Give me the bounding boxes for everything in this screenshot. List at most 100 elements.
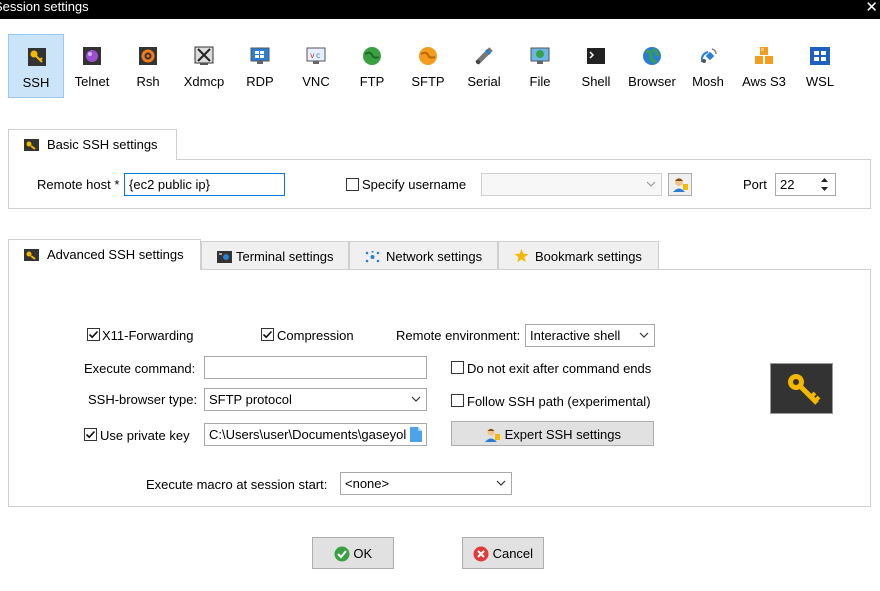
check-icon [85,430,96,439]
ssh-browser-type-value: SFTP protocol [209,392,292,407]
ok-check-icon [334,546,350,562]
execute-macro-select[interactable]: <none> [340,472,512,495]
remote-host-input[interactable]: {ec2 public ip} [124,173,285,196]
remote-environment-label: Remote environment: [396,328,521,343]
execute-command-label: Execute command: [84,361,196,376]
key-icon [788,374,821,405]
session-type-shell[interactable]: Shell [568,34,624,98]
cancel-label: Cancel [492,546,534,562]
mosh-satellite-icon [700,48,717,63]
execute-macro-value: <none> [345,476,390,491]
cancel-x-icon [473,546,489,562]
check-icon [262,330,273,339]
ftp-globe-icon [363,47,381,65]
tab-label: Terminal settings [236,249,334,264]
session-type-ssh[interactable]: SSH [8,34,64,98]
sftp-globe-icon [419,47,437,65]
tab-label: Bookmark settings [535,249,642,264]
tab-terminal-settings[interactable]: Terminal settings [201,241,349,271]
xdmcp-icon [194,46,214,65]
cancel-button[interactable]: Cancel [462,537,544,569]
session-type-mosh[interactable]: Mosh [680,34,736,98]
ok-button[interactable]: OK [312,537,394,569]
user-icon [673,178,688,192]
remote-environment-select[interactable]: Interactive shell [525,324,655,347]
session-type-ftp[interactable]: FTP [344,34,400,98]
vnc-monitor-icon: vc [306,47,326,64]
svg-text:c: c [316,51,320,60]
tab-basic-ssh-settings[interactable]: Basic SSH settings [8,129,177,160]
remote-environment-value: Interactive shell [530,328,621,343]
session-type-file[interactable]: File [512,34,568,98]
session-type-telnet[interactable]: Telnet [64,34,120,98]
session-type-sftp[interactable]: SFTP [400,34,456,98]
remote-host-label: Remote host * [37,177,120,192]
check-icon [88,330,99,339]
ssh-browser-type-select[interactable]: SFTP protocol [204,388,427,411]
port-spinner[interactable]: 22 [775,173,836,196]
browser-globe-icon [643,47,661,65]
tab-label: Advanced SSH settings [47,247,184,262]
use-private-key-label: Use private key [100,428,190,443]
chevron-down-icon [411,396,421,402]
serial-plug-icon [475,47,493,65]
ssh-key-badge [770,363,833,414]
private-key-path-value: C:\Users\user\Documents\gaseyol [209,427,407,442]
window-title: Session settings [0,0,89,14]
execute-macro-label: Execute macro at session start: [146,477,328,492]
svg-text:v: v [310,51,315,60]
chevron-down-icon [639,332,649,338]
port-value: 22 [780,177,795,192]
basic-settings-panel: Remote host * {ec2 public ip} Specify us… [8,159,871,209]
spinner-arrows-icon[interactable] [820,177,829,192]
rsh-icon [139,47,157,65]
ok-label: OK [353,546,373,562]
session-type-rdp[interactable]: RDP [232,34,288,98]
specify-username-checkbox[interactable] [346,178,359,191]
network-icon [365,251,380,263]
tab-network-settings[interactable]: Network settings [349,241,498,271]
port-label: Port [743,177,767,192]
compression-checkbox[interactable] [261,328,274,341]
ssh-browser-type-label: SSH-browser type: [88,392,198,407]
session-type-serial[interactable]: Serial [456,34,512,98]
x11-forwarding-checkbox[interactable] [87,328,100,341]
session-type-browser[interactable]: Browser [624,34,680,98]
aws-cubes-icon [755,47,773,64]
shell-terminal-icon [587,48,605,64]
tab-bookmark-settings[interactable]: Bookmark settings [498,241,659,271]
session-type-xdmcp[interactable]: Xdmcp [176,34,232,98]
do-not-exit-label: Do not exit after command ends [467,361,652,376]
do-not-exit-checkbox[interactable] [451,361,464,374]
wrench-key-icon [24,249,39,261]
user-settings-icon [485,428,501,443]
session-type-aws-s3[interactable]: Aws S3 [736,34,792,98]
session-type-label: WSL [805,74,835,89]
file-monitor-icon [530,47,550,64]
private-key-path-input[interactable]: C:\Users\user\Documents\gaseyol [204,423,427,446]
close-icon[interactable]: ✕ [865,0,878,16]
x11-forwarding-label: X11-Forwarding [102,328,194,343]
username-select[interactable] [481,173,662,196]
session-type-wsl[interactable]: WSL [792,34,848,98]
execute-command-input[interactable] [204,356,427,379]
session-type-rsh[interactable]: Rsh [120,34,176,98]
advanced-settings-panel: X11-Forwarding Compression Remote enviro… [8,269,871,507]
follow-ssh-path-label: Follow SSH path (experimental) [467,394,651,409]
tab-label: Network settings [386,249,483,264]
rdp-monitor-icon [250,47,270,64]
file-browse-icon[interactable] [410,427,422,442]
ssh-key-icon [28,48,46,66]
windows-logo-icon [810,47,830,65]
tab-advanced-ssh-settings[interactable]: Advanced SSH settings [8,239,201,270]
user-manager-button[interactable] [668,173,692,196]
title-bar: Session settings ✕ [0,0,880,19]
expert-ssh-settings-label: Expert SSH settings [504,427,621,443]
chevron-down-icon [496,480,506,486]
expert-ssh-settings-button[interactable]: Expert SSH settings [451,421,654,446]
use-private-key-checkbox[interactable] [84,428,97,441]
star-icon [514,249,529,263]
follow-ssh-path-checkbox[interactable] [451,394,464,407]
session-type-vnc[interactable]: vc VNC [288,34,344,98]
specify-username-label: Specify username [362,177,467,192]
